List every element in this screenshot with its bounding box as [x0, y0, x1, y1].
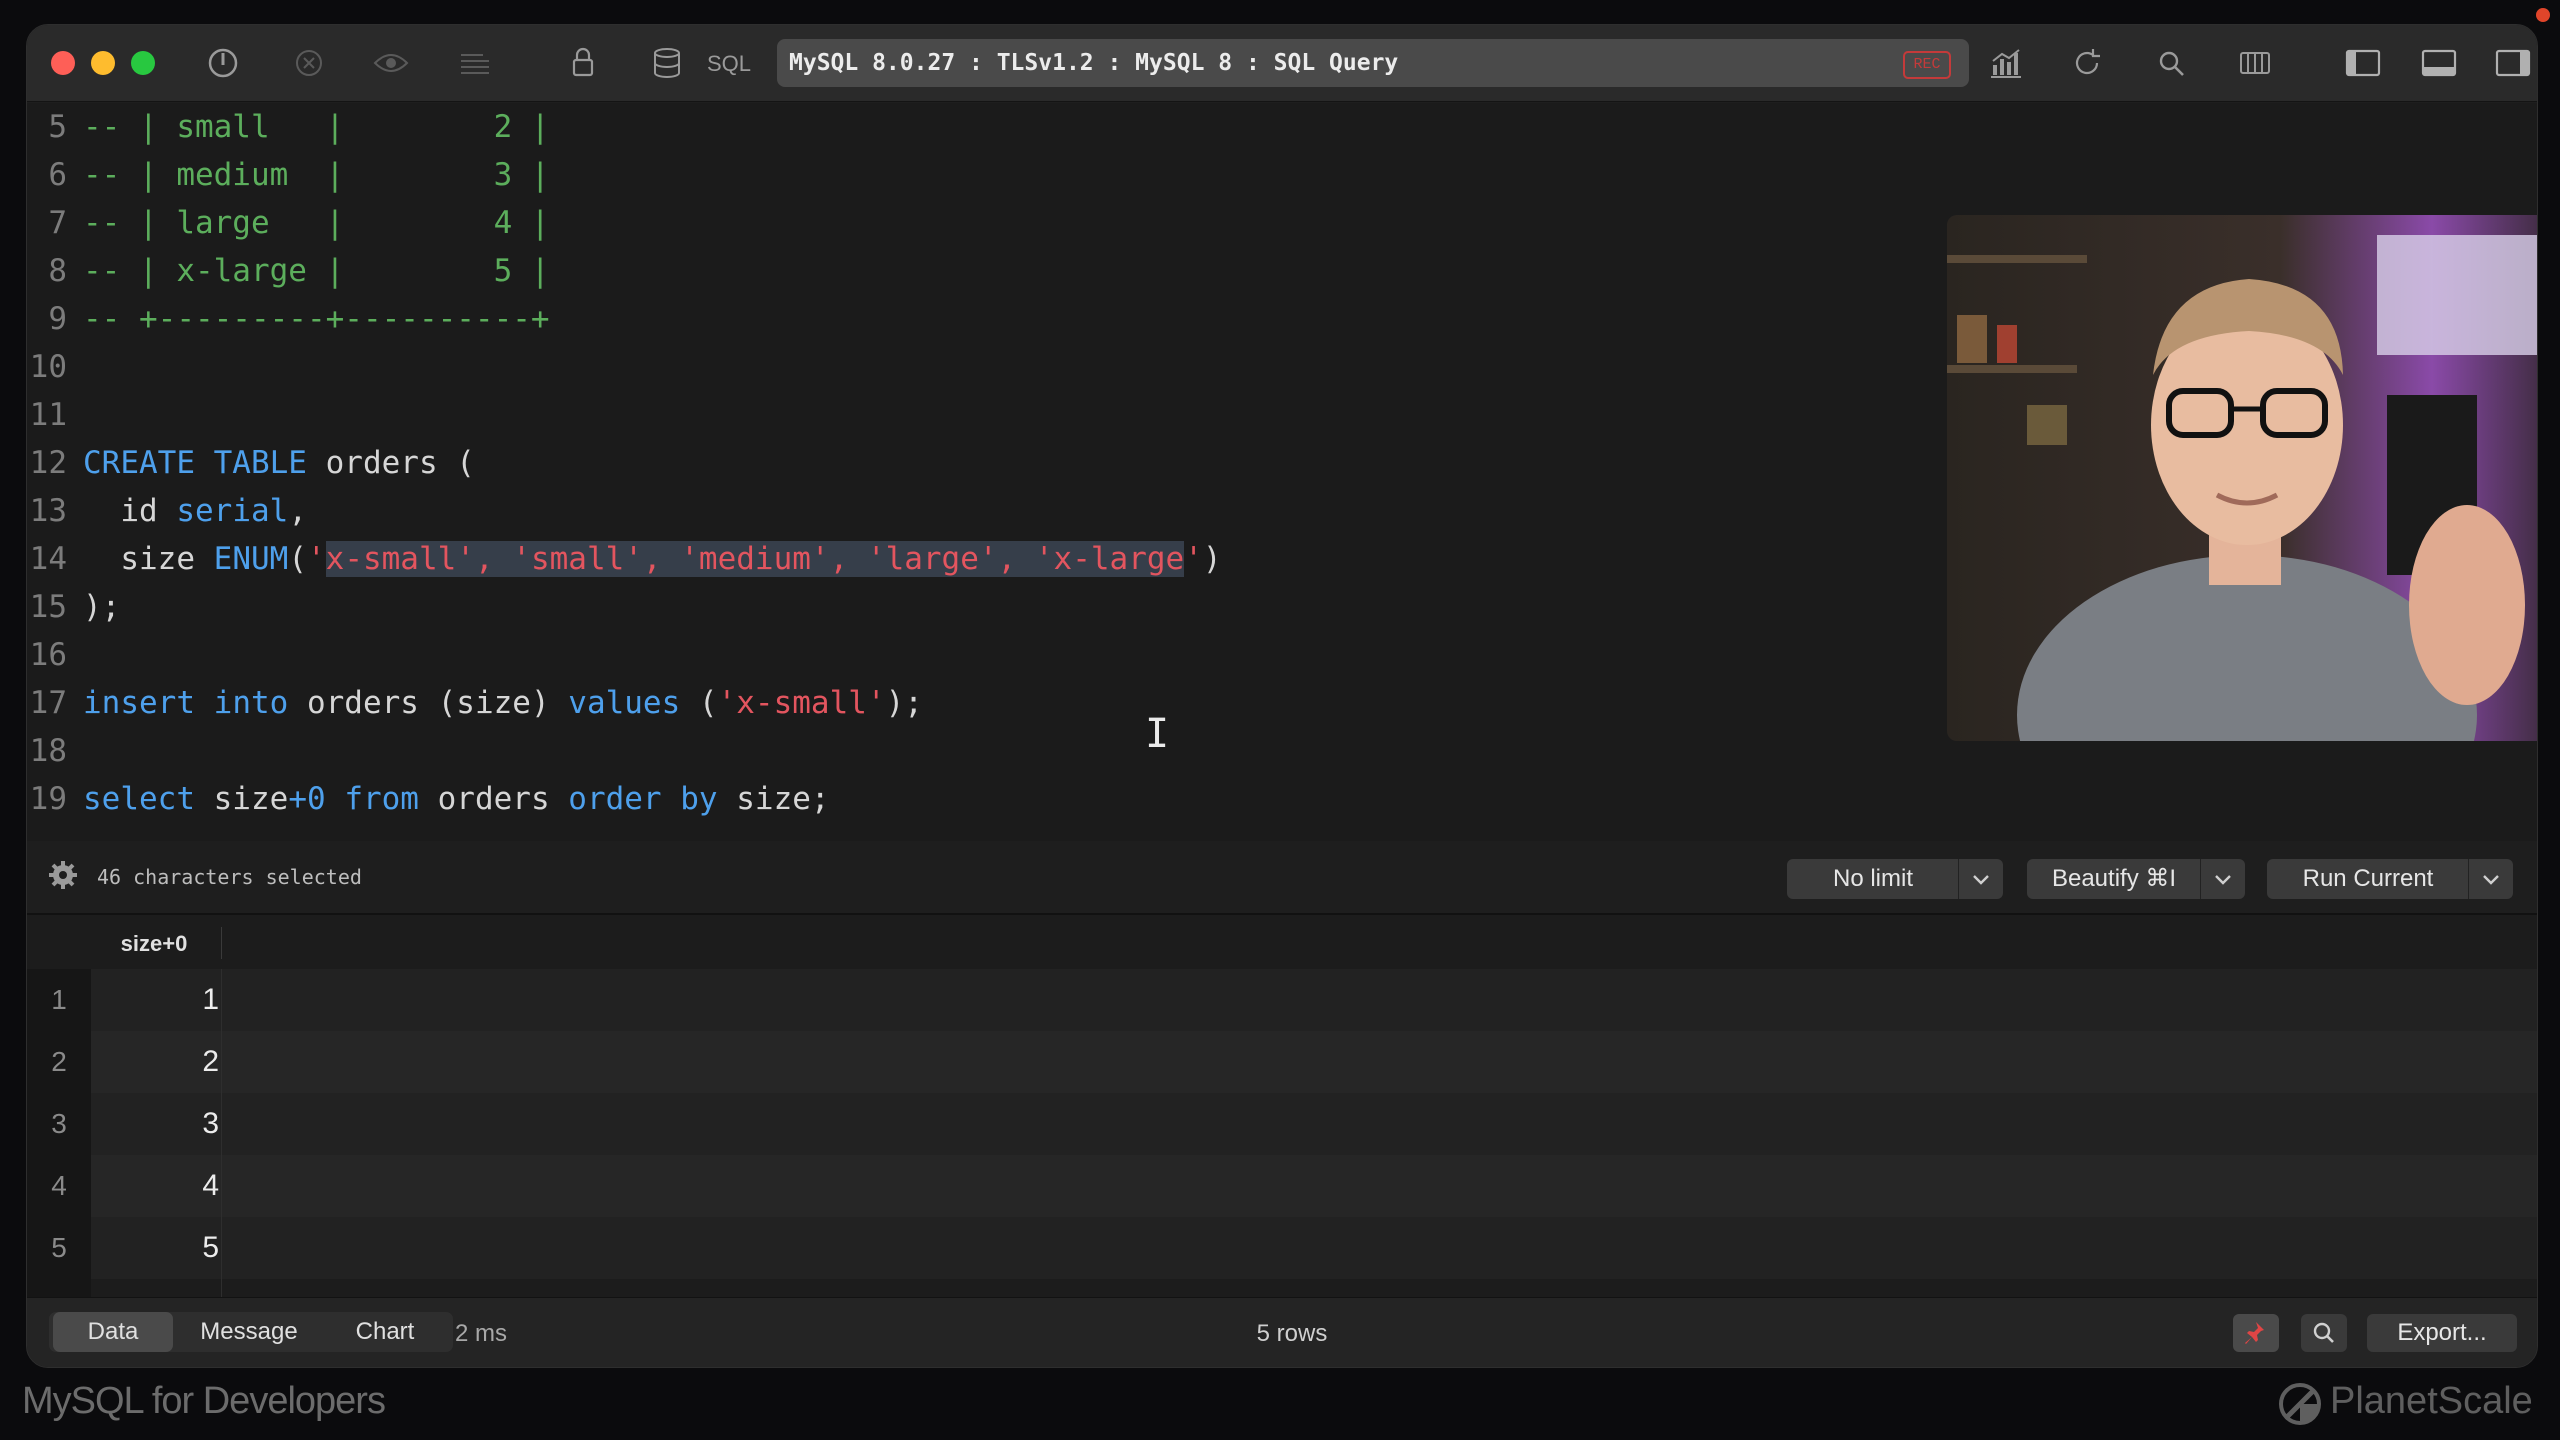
table-cell[interactable]: 3 — [147, 1093, 219, 1155]
editor-line: 5 -- | small | 2 | — [48, 109, 550, 145]
tab-message[interactable]: Message — [179, 1312, 319, 1352]
database-icon[interactable] — [647, 45, 687, 81]
table-row[interactable] — [91, 1155, 2537, 1217]
table-cell[interactable]: 2 — [147, 1031, 219, 1093]
editor-line: 19 select size+0 from orders order by siz… — [29, 781, 830, 817]
refresh-icon[interactable] — [2067, 45, 2107, 81]
gear-icon[interactable] — [47, 859, 79, 891]
search-icon — [2313, 1322, 2334, 1343]
editor-line: 11 — [29, 397, 67, 433]
stop-icon[interactable] — [289, 45, 329, 81]
query-timing: 2 ms — [455, 1320, 508, 1347]
pin-icon — [2245, 1322, 2264, 1344]
planetscale-logo-icon — [2279, 1383, 2321, 1425]
results-toolbar: Data Message Chart 2 ms 5 rows Export... — [27, 1297, 2537, 1367]
results-grid[interactable]: size+0 1 1 2 2 3 3 4 4 5 5 — [27, 915, 2537, 1325]
table-cell[interactable]: 1 — [147, 969, 219, 1031]
sql-label[interactable]: SQL — [707, 51, 751, 77]
row-count: 5 rows — [1256, 1320, 1328, 1347]
editor-line: 7 -- | large | 4 | — [48, 205, 550, 241]
selected-text: x-small', 'small', 'medium', 'large', 'x… — [325, 541, 1185, 577]
editor-line: 10 — [29, 349, 67, 385]
close-window-button[interactable] — [51, 51, 75, 75]
course-watermark: MySQL for Developers — [22, 1380, 386, 1422]
editor-line: 14 size ENUM('x-small', 'small', 'medium… — [29, 541, 1222, 577]
panel-bottom-icon[interactable] — [2419, 45, 2459, 81]
selection-count: 46 characters selected — [97, 865, 362, 889]
table-cell[interactable]: 5 — [147, 1217, 219, 1279]
presenter-video — [1947, 215, 2537, 741]
editor-line: 18 — [29, 733, 67, 769]
row-number: 2 — [51, 1046, 67, 1077]
connection-bar[interactable]: MySQL 8.0.27 : TLSv1.2 : MySQL 8 : SQL Q… — [777, 39, 1969, 87]
table-row[interactable] — [91, 969, 2537, 1031]
search-results-button[interactable] — [2301, 1314, 2347, 1352]
limit-select[interactable]: No limit — [1787, 859, 2003, 899]
chevron-down-icon[interactable] — [2200, 859, 2245, 899]
eye-icon[interactable] — [371, 45, 411, 81]
chevron-down-icon[interactable] — [1958, 859, 2003, 899]
recording-indicator — [2536, 8, 2550, 22]
zoom-window-button[interactable] — [131, 51, 155, 75]
minimize-window-button[interactable] — [91, 51, 115, 75]
run-current-button[interactable]: Run Current — [2267, 859, 2513, 899]
tab-chart[interactable]: Chart — [325, 1312, 445, 1352]
editor-line: 16 — [29, 637, 67, 673]
editor-status-bar: 46 characters selected No limit Beautify… — [27, 841, 2537, 915]
columns-icon[interactable] — [2235, 45, 2275, 81]
editor-line: 13 id serial, — [29, 493, 307, 529]
export-button[interactable]: Export... — [2367, 1314, 2517, 1352]
result-view-tabs: Data Message Chart — [49, 1312, 453, 1352]
editor-line: 8 -- | x-large | 5 | — [48, 253, 550, 289]
column-header[interactable]: size+0 — [99, 931, 209, 957]
sql-editor[interactable]: 5 -- | small | 2 | 6 -- | medium | 3 | 7 --… — [27, 103, 2537, 841]
tab-data[interactable]: Data — [53, 1312, 173, 1352]
pin-button[interactable] — [2233, 1314, 2279, 1352]
row-number: 4 — [51, 1170, 67, 1201]
power-icon[interactable] — [203, 45, 243, 81]
beautify-button[interactable]: Beautify ⌘I — [2027, 859, 2245, 899]
row-number: 5 — [51, 1232, 67, 1263]
editor-line: 17 insert into orders (size) values ('x-s… — [29, 685, 923, 721]
row-number: 1 — [51, 984, 67, 1015]
connection-info: MySQL 8.0.27 : TLSv1.2 : MySQL 8 : SQL Q… — [789, 50, 1399, 76]
search-icon[interactable] — [2151, 45, 2191, 81]
editor-line: 6 -- | medium | 3 | — [48, 157, 550, 193]
table-row[interactable] — [91, 1031, 2537, 1093]
column-divider[interactable] — [221, 927, 222, 959]
text-cursor-icon: I — [1145, 711, 1170, 757]
table-cell[interactable]: 4 — [147, 1155, 219, 1217]
column-divider — [221, 969, 222, 1325]
editor-line: 9 -- +---------+----------+ — [48, 301, 550, 337]
toolbar: SQL MySQL 8.0.27 : TLSv1.2 : MySQL 8 : S… — [27, 25, 2537, 102]
table-row[interactable] — [91, 1217, 2537, 1279]
sidebar-right-icon[interactable] — [2493, 45, 2533, 81]
recording-badge: REC — [1903, 51, 1951, 79]
chevron-down-icon[interactable] — [2468, 859, 2513, 899]
app-window: SQL MySQL 8.0.27 : TLSv1.2 : MySQL 8 : S… — [26, 24, 2538, 1368]
list-icon[interactable] — [455, 45, 495, 81]
sidebar-left-icon[interactable] — [2343, 45, 2383, 81]
row-number: 3 — [51, 1108, 67, 1139]
lock-icon[interactable] — [563, 45, 603, 81]
chart-icon[interactable] — [1985, 45, 2025, 81]
editor-line: 12 CREATE TABLE orders ( — [29, 445, 475, 481]
editor-line: 15); — [29, 589, 121, 625]
grid-header: size+0 — [27, 915, 2537, 970]
table-row[interactable] — [91, 1093, 2537, 1155]
